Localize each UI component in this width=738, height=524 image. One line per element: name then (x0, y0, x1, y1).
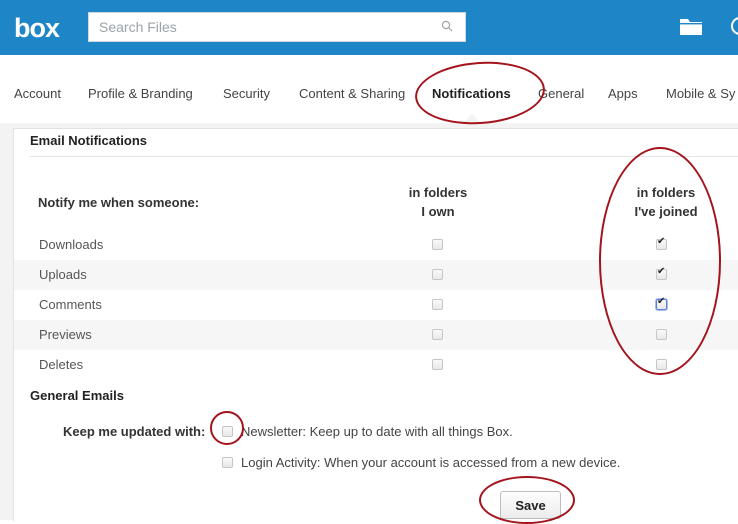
row-label-uploads: Uploads (39, 267, 87, 282)
settings-nav: Account Profile & Branding Security Cont… (0, 55, 738, 129)
deletes-own-checkbox[interactable] (432, 359, 443, 370)
login-activity-checkbox[interactable] (222, 457, 233, 468)
tab-apps[interactable]: Apps (608, 86, 638, 101)
login-activity-label[interactable]: Login Activity: When your account is acc… (241, 455, 620, 470)
column-header-own-line1: in folders (408, 185, 468, 200)
search-input[interactable] (89, 13, 429, 41)
tab-mobile-sync[interactable]: Mobile & Sy (666, 86, 735, 101)
tab-general[interactable]: General (538, 86, 584, 101)
uploads-own-checkbox[interactable] (432, 269, 443, 280)
tab-account[interactable]: Account (14, 86, 61, 101)
email-notifications-title: Email Notifications (30, 133, 148, 148)
annotation-circle-joined-column (599, 147, 721, 375)
row-label-downloads: Downloads (39, 237, 104, 252)
account-icon[interactable] (728, 14, 738, 38)
tab-profile-branding[interactable]: Profile & Branding (88, 86, 193, 101)
search-icon[interactable] (441, 20, 453, 32)
keep-updated-label: Keep me updated with: (63, 424, 206, 439)
box-logo[interactable]: box (14, 15, 60, 42)
column-header-own-line2: I own (421, 204, 455, 219)
row-label-comments: Comments (39, 297, 102, 312)
annotation-circle-save (479, 476, 575, 524)
previews-own-checkbox[interactable] (432, 329, 443, 340)
tab-content-sharing[interactable]: Content & Sharing (299, 86, 405, 101)
row-label-previews: Previews (39, 327, 92, 342)
section-divider (30, 156, 738, 157)
notify-label: Notify me when someone: (38, 195, 200, 210)
downloads-own-checkbox[interactable] (432, 239, 443, 250)
search-box[interactable] (88, 12, 466, 42)
top-bar: box (0, 0, 738, 55)
comments-own-checkbox[interactable] (432, 299, 443, 310)
tab-security[interactable]: Security (223, 86, 270, 101)
newsletter-label[interactable]: Newsletter: Keep up to date with all thi… (241, 424, 513, 439)
column-header-own: in folders I own (363, 183, 513, 221)
general-emails-title: General Emails (30, 388, 124, 403)
folder-icon[interactable] (680, 18, 702, 35)
row-label-deletes: Deletes (39, 357, 84, 372)
annotation-circle-newsletter (210, 411, 244, 445)
